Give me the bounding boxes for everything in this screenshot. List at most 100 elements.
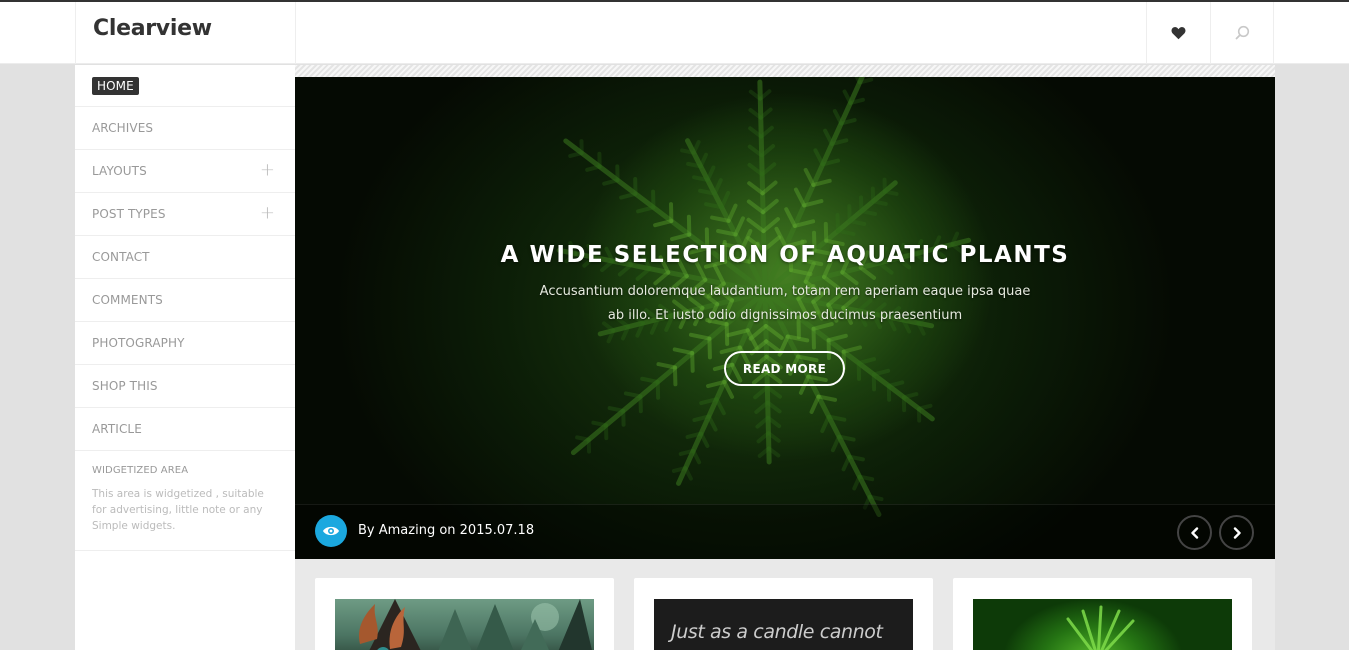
frond-leaf	[705, 165, 716, 183]
post-byline: By Amazing on 2015.07.18	[358, 523, 535, 538]
frond-leaf	[854, 77, 862, 85]
frond-leaf	[809, 394, 821, 414]
nav-label: HOME	[92, 76, 139, 95]
slider-prev-button[interactable]	[1177, 515, 1212, 550]
frond-leaf	[859, 209, 877, 216]
frond-leaf	[813, 148, 825, 167]
nav-label: SHOP THIS	[92, 379, 158, 393]
frond-leaf	[858, 265, 877, 280]
plant-illustration	[1066, 605, 1135, 650]
sidebar-item-photography[interactable]: PHOTOGRAPHY	[75, 322, 295, 365]
frond-leaf	[871, 368, 891, 377]
frond-leaf	[714, 397, 726, 416]
slider-next-button[interactable]	[1219, 515, 1254, 550]
card-image[interactable]	[335, 599, 594, 650]
frond-leaf	[619, 191, 638, 200]
frond-leaf	[607, 406, 626, 413]
widget-text: This area is widgetized , suitable for a…	[92, 488, 264, 532]
frond-leaf	[712, 178, 723, 196]
frond-leaf	[699, 431, 710, 448]
hero-meta-bar: By Amazing on 2015.07.18	[295, 504, 1275, 559]
sidebar-item-layouts[interactable]: LAYOUTS +	[75, 150, 295, 193]
frond-leaf	[686, 161, 703, 169]
post-card[interactable]	[953, 578, 1252, 650]
hero-slider: A WIDE SELECTION OF AQUATIC PLANTS Accus…	[295, 77, 1275, 559]
frond-leaf	[823, 128, 834, 146]
expand-icon[interactable]: +	[260, 202, 275, 223]
frond-leaf	[706, 414, 718, 432]
post-card[interactable]	[315, 578, 614, 650]
frond-leaf	[719, 190, 731, 210]
frond-leaf	[835, 228, 856, 237]
frond-leaf	[670, 232, 692, 242]
chevron-right-icon	[1233, 526, 1241, 539]
nav-label: CONTACT	[92, 250, 150, 264]
search-button[interactable]	[1210, 2, 1274, 64]
frond-leaf	[707, 336, 712, 360]
hero-title: A WIDE SELECTION OF AQUATIC PLANTS	[500, 242, 1070, 268]
chevron-left-icon	[1190, 526, 1198, 539]
hero-subtitle: Accusantium doloremque laudantium, totam…	[539, 284, 1031, 323]
frond-leaf	[784, 207, 797, 228]
site-logo[interactable]: Clearview	[93, 16, 212, 41]
frond-leaf	[602, 178, 620, 186]
card-quote[interactable]: Just as a candle cannot	[654, 599, 913, 650]
eye-icon	[323, 526, 339, 536]
frond-leaf	[847, 219, 867, 227]
frond-leaf	[683, 466, 693, 481]
site-header: Clearview	[0, 2, 1349, 64]
frond-leaf	[857, 474, 875, 482]
post-card[interactable]: Just as a candle cannot	[634, 578, 933, 650]
frond-leaf	[680, 148, 696, 155]
frond-leaf	[832, 109, 844, 126]
frond-leaf	[653, 219, 674, 228]
quote-text: Just as a candle cannot	[671, 621, 883, 643]
card-image[interactable]	[973, 599, 1232, 650]
frond-leaf	[689, 332, 712, 341]
sidebar-item-post-types[interactable]: POST TYPES +	[75, 193, 295, 236]
frond-leaf	[886, 380, 905, 388]
read-more-button[interactable]: READ MORE	[724, 351, 845, 386]
frond-leaf	[691, 448, 702, 465]
frond-leaf	[803, 167, 816, 187]
sidebar-item-contact[interactable]: CONTACT	[75, 236, 295, 279]
frond-leaf	[640, 376, 660, 384]
sidebar-item-article[interactable]: ARTICLE	[75, 408, 295, 451]
frond-leaf	[585, 164, 602, 172]
view-badge[interactable]	[315, 515, 347, 547]
frond-leaf	[901, 392, 919, 400]
frond-leaf	[820, 414, 831, 434]
nav-label: POST TYPES	[92, 207, 166, 221]
widget-title: WIDGETIZED AREA	[92, 465, 189, 476]
nav-label: LAYOUTS	[92, 164, 147, 178]
frond-leaf	[656, 362, 677, 370]
frond-leaf	[692, 175, 710, 183]
expand-icon[interactable]: +	[260, 159, 275, 180]
sidebar-item-comments[interactable]: COMMENTS	[75, 279, 295, 322]
nav-label: PHOTOGRAPHY	[92, 336, 185, 350]
search-icon	[1235, 25, 1250, 40]
frond-leaf	[842, 89, 853, 105]
frond-leaf	[636, 205, 656, 214]
sidebar-item-shop-this[interactable]: SHOP THIS	[75, 365, 295, 408]
frond-leaf	[841, 454, 852, 472]
nav-label: COMMENTS	[92, 293, 163, 307]
frond-leaf	[635, 266, 652, 281]
frond-leaf	[733, 216, 745, 237]
forest-illustration	[358, 599, 592, 650]
frond-leaf	[867, 494, 884, 502]
sidebar: HOME ARCHIVES LAYOUTS + POST TYPES + CON…	[75, 65, 295, 650]
frond-leaf	[568, 151, 584, 158]
frond-leaf	[841, 345, 862, 354]
sidebar-item-home[interactable]: HOME	[75, 65, 295, 107]
frond-leaf	[623, 391, 643, 399]
heart-icon	[1171, 27, 1186, 40]
nav-label: ARCHIVES	[92, 121, 154, 135]
frond-leaf	[830, 434, 842, 453]
favorites-button[interactable]	[1146, 2, 1210, 64]
frond-leaf	[916, 403, 933, 411]
main-content: A WIDE SELECTION OF AQUATIC PLANTS Accus…	[295, 65, 1275, 650]
frond-leaf	[793, 187, 807, 208]
frond-leaf	[722, 379, 735, 399]
sidebar-item-archives[interactable]: ARCHIVES	[75, 107, 295, 150]
